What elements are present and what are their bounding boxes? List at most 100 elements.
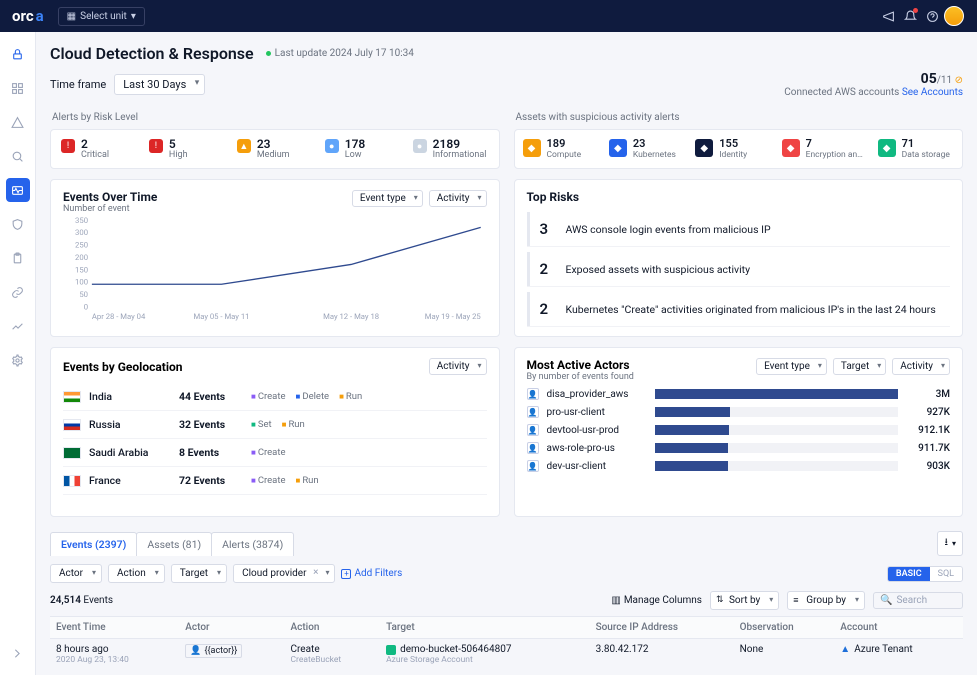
column-header[interactable]: Event Time — [50, 617, 179, 639]
svg-text:350: 350 — [75, 216, 88, 225]
asset-type-item[interactable]: ◆ 155Identity — [693, 138, 773, 160]
geo-row[interactable]: Russia 32 Events SetRun — [63, 411, 487, 439]
mode-sql[interactable]: SQL — [930, 567, 962, 581]
flag-icon — [63, 475, 81, 487]
top-risk-item[interactable]: 2Kubernetes "Create" activities originat… — [527, 292, 951, 326]
download-icon: ⭳ — [944, 535, 948, 552]
collapse-icon[interactable] — [6, 641, 30, 665]
download-button[interactable]: ⭳▾ — [937, 531, 963, 556]
asset-type-item[interactable]: ◆ 23Kubernetes — [607, 138, 687, 160]
geo-activity-select[interactable]: Activity — [429, 358, 487, 375]
actor-row[interactable]: 👤 devtool-usr-prod 912.1K — [527, 424, 951, 436]
tab[interactable]: Assets (81) — [136, 532, 212, 556]
geolocation-card: Events by Geolocation Activity India 44 … — [50, 347, 500, 517]
asset-icon: ◆ — [695, 139, 713, 157]
announce-icon[interactable] — [877, 5, 899, 27]
asset-type-item[interactable]: ◆ 7Encryption and se… — [780, 138, 870, 160]
column-header[interactable]: Account — [834, 617, 963, 639]
lock-icon[interactable] — [6, 42, 30, 66]
logo: orca — [12, 7, 44, 25]
account: ▲Azure Tenant — [840, 644, 957, 655]
chart-event-type-select[interactable]: Event type — [352, 190, 423, 207]
tab[interactable]: Alerts (3874) — [211, 532, 294, 556]
risk-icon: ● — [413, 139, 427, 153]
tab[interactable]: Events (2397) — [50, 532, 137, 556]
column-header[interactable]: Source IP Address — [590, 617, 734, 639]
svg-text:0: 0 — [84, 302, 88, 311]
add-filters-button[interactable]: +Add Filters — [341, 568, 402, 579]
table-row[interactable]: 8 hours ago2020 Aug 23, 13:40 👤{{actor}}… — [50, 639, 963, 671]
actor-row[interactable]: 👤 dev-usr-client 903K — [527, 460, 951, 472]
risk-level-item[interactable]: ! 5High — [145, 138, 229, 160]
risk-icon: ! — [149, 139, 163, 153]
risk-level-item[interactable]: ● 178Low — [321, 138, 405, 160]
column-header[interactable]: Actor — [179, 617, 284, 639]
alert-icon[interactable] — [6, 110, 30, 134]
query-mode-toggle[interactable]: BASIC SQL — [887, 566, 963, 582]
filter-cloud-provider[interactable]: Cloud provider — [233, 564, 335, 583]
tag: Run — [339, 391, 362, 402]
column-header[interactable]: Target — [380, 617, 590, 639]
asset-type-item[interactable]: ◆ 189Compute — [521, 138, 601, 160]
gear-icon[interactable] — [6, 348, 30, 372]
svg-text:200: 200 — [75, 253, 88, 262]
bucket-icon — [386, 645, 396, 655]
line-chart: 050100150200250300350Apr 28 - May 04May … — [63, 214, 487, 324]
actor-chip: 👤{{actor}} — [185, 644, 242, 658]
svg-text:Apr 28 - May 04: Apr 28 - May 04 — [92, 312, 146, 321]
asset-icon: ◆ — [523, 139, 541, 157]
actor-row[interactable]: 👤 pro-usr-client 927K — [527, 406, 951, 418]
columns-icon: ▥ — [611, 595, 620, 606]
risk-level-item[interactable]: ! 2Critical — [57, 138, 141, 160]
target: demo-bucket-506464807 — [386, 644, 584, 655]
manage-columns-button[interactable]: ▥Manage Columns — [611, 595, 702, 606]
search-input[interactable]: 🔍Search — [873, 592, 963, 609]
unit-select[interactable]: ▦ Select unit ▾ — [58, 7, 145, 26]
column-header[interactable]: Action — [285, 617, 381, 639]
filter-action[interactable]: Action — [108, 564, 165, 583]
top-risk-item[interactable]: 2Exposed assets with suspicious activity — [527, 252, 951, 286]
avatar[interactable] — [943, 5, 965, 27]
time-frame-select[interactable]: Last 30 Days — [114, 74, 205, 95]
actor-row[interactable]: 👤 disa_provider_aws 3M — [527, 388, 951, 400]
risk-level-item[interactable]: ● 2189Informational — [409, 138, 493, 160]
sort-by-select[interactable]: ⇅Sort by — [710, 591, 779, 610]
geo-row[interactable]: India 44 Events CreateDeleteRun — [63, 383, 487, 411]
plus-icon: + — [341, 569, 351, 579]
chart-activity-select[interactable]: Activity — [429, 190, 487, 207]
flag-icon — [63, 391, 81, 403]
actor-row[interactable]: 👤 aws-role-pro-us 911.7K — [527, 442, 951, 454]
clipboard-icon[interactable] — [6, 246, 30, 270]
link-icon[interactable] — [6, 280, 30, 304]
topbar: orca ▦ Select unit ▾ — [0, 0, 977, 32]
page-title: Cloud Detection & Response — [50, 44, 254, 63]
chart-subtitle: Number of event — [63, 204, 157, 214]
shield-icon[interactable] — [6, 212, 30, 236]
filter-actor[interactable]: Actor — [50, 564, 102, 583]
column-header[interactable]: Observation — [734, 617, 835, 639]
group-by-select[interactable]: ≡Group by — [787, 591, 865, 610]
actors-target-select[interactable]: Target — [833, 358, 886, 375]
filter-target[interactable]: Target — [171, 564, 227, 583]
help-icon[interactable] — [921, 5, 943, 27]
trend-icon[interactable] — [6, 314, 30, 338]
asset-type-item[interactable]: ◆ 71Data storage — [876, 138, 956, 160]
actor-icon: 👤 — [527, 388, 539, 400]
unit-select-label: Select unit — [80, 11, 127, 22]
top-risk-item[interactable]: 3AWS console login events from malicious… — [527, 212, 951, 246]
actors-activity-select[interactable]: Activity — [892, 358, 950, 375]
actors-event-type-select[interactable]: Event type — [756, 358, 827, 375]
dashboard-icon[interactable] — [6, 76, 30, 100]
risk-level-item[interactable]: ▲ 23Medium — [233, 138, 317, 160]
mode-basic[interactable]: BASIC — [888, 567, 930, 581]
see-accounts-link[interactable]: See Accounts — [902, 87, 963, 98]
observation: None — [734, 639, 835, 671]
chevron-down-icon: ▾ — [952, 539, 956, 548]
sidebar — [0, 32, 36, 675]
bell-icon[interactable] — [899, 5, 921, 27]
sort-icon: ⇅ — [716, 595, 724, 605]
geo-row[interactable]: France 72 Events CreateRun — [63, 467, 487, 495]
geo-row[interactable]: Saudi Arabia 8 Events Create — [63, 439, 487, 467]
cdr-icon[interactable] — [6, 178, 30, 202]
search-icon[interactable] — [6, 144, 30, 168]
